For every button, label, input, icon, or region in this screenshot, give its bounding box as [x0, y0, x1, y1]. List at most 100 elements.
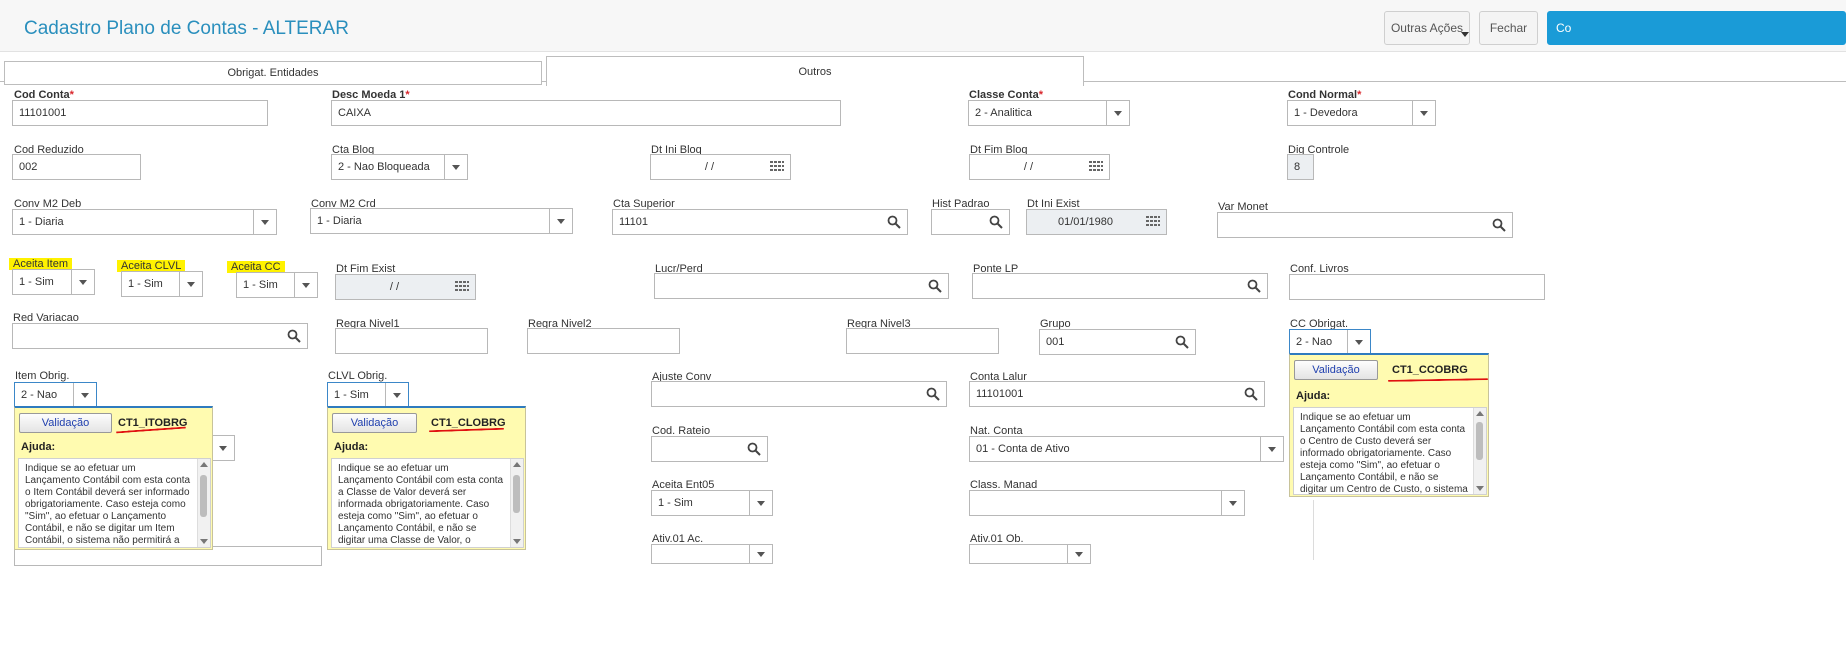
- dt-fim-bloq-input[interactable]: / /: [969, 154, 1110, 180]
- fechar-button[interactable]: Fechar: [1479, 11, 1538, 45]
- regra-nivel3-input[interactable]: [846, 328, 999, 354]
- validacao-button[interactable]: Validação: [19, 413, 112, 433]
- dt-fim-exist-input: / /: [335, 274, 476, 300]
- tab-obrigat-entidades[interactable]: Obrigat. Entidades: [4, 61, 542, 85]
- scrollbar[interactable]: [1473, 408, 1486, 494]
- conv-m2-crd-select[interactable]: 1 - Diaria: [310, 208, 573, 234]
- red-variacao-input[interactable]: [12, 323, 308, 349]
- chevron-down-icon[interactable]: [1067, 545, 1090, 563]
- help-popup-clobrg: Validação CT1_CLOBRG Ajuda: Indique se a…: [327, 406, 526, 550]
- grupo-input[interactable]: 001: [1039, 329, 1196, 355]
- popup-title: CT1_CCOBRG: [1392, 364, 1468, 376]
- item-obrig-label: Item Obrig.: [15, 370, 70, 382]
- chevron-down-icon[interactable]: [1412, 101, 1435, 125]
- chevron-down-icon[interactable]: [253, 210, 276, 234]
- search-icon[interactable]: [1247, 279, 1261, 293]
- chevron-down-icon: [1461, 32, 1469, 37]
- chevron-down-icon[interactable]: [749, 545, 772, 563]
- ativ01-ob-select[interactable]: [969, 544, 1091, 564]
- search-icon[interactable]: [1492, 218, 1506, 232]
- cc-obrig-select[interactable]: 2 - Nao: [1289, 329, 1371, 355]
- scrollbar[interactable]: [510, 459, 523, 547]
- chevron-down-icon[interactable]: [294, 273, 317, 297]
- search-icon[interactable]: [989, 215, 1003, 229]
- outras-acoes-button[interactable]: Outras Ações: [1384, 11, 1470, 45]
- outras-acoes-label: Outras Ações: [1390, 21, 1464, 35]
- dt-ini-bloq-input[interactable]: / /: [650, 154, 791, 180]
- var-monet-input[interactable]: [1217, 212, 1513, 238]
- aceita-cc-select[interactable]: 1 - Sim: [236, 272, 318, 298]
- chevron-down-icon[interactable]: [749, 491, 772, 515]
- chevron-down-icon[interactable]: [211, 436, 234, 460]
- tab-outros[interactable]: Outros: [546, 56, 1084, 86]
- chevron-down-icon[interactable]: [385, 383, 408, 407]
- help-popup-itobrg: Validação CT1_ITOBRG Ajuda: Indique se a…: [14, 406, 213, 550]
- conv-m2-deb-select[interactable]: 1 - Diaria: [12, 209, 277, 235]
- tab-label: Outros: [798, 65, 832, 78]
- chevron-down-icon[interactable]: [1221, 491, 1244, 515]
- popup-help-text-area[interactable]: Indique se ao efetuar um Lançamento Cont…: [1293, 407, 1487, 495]
- search-icon[interactable]: [928, 279, 942, 293]
- item-obrig-select[interactable]: 2 - Nao: [14, 382, 97, 408]
- cta-superior-input[interactable]: 11101: [612, 209, 908, 235]
- clvl-obrig-label: CLVL Obrig.: [328, 370, 388, 382]
- aceita-clvl-select[interactable]: 1 - Sim: [121, 271, 203, 297]
- validacao-button[interactable]: Validação: [332, 413, 417, 433]
- popup-ajuda-label: Ajuda:: [1296, 390, 1331, 402]
- popup-ajuda-label: Ajuda:: [21, 441, 56, 453]
- tab-label: Obrigat. Entidades: [227, 67, 319, 79]
- cond-normal-select[interactable]: 1 - Devedora: [1287, 100, 1436, 126]
- search-icon[interactable]: [926, 387, 940, 401]
- chevron-down-icon[interactable]: [1260, 437, 1283, 461]
- calendar-icon: [455, 280, 469, 294]
- popup-help-text-area[interactable]: Indique se ao efetuar um Lançamento Cont…: [331, 458, 524, 548]
- ajuste-conv-input[interactable]: [651, 381, 947, 407]
- dt-ini-exist-input: 01/01/1980: [1026, 209, 1167, 235]
- search-icon[interactable]: [887, 215, 901, 229]
- cod-rateio-input[interactable]: [651, 436, 768, 462]
- search-icon[interactable]: [287, 329, 301, 343]
- calendar-icon[interactable]: [1089, 160, 1103, 174]
- desc-moeda-input[interactable]: CAIXA: [331, 100, 841, 126]
- regra-nivel2-input[interactable]: [527, 328, 680, 354]
- annotation-underline: [1387, 378, 1489, 382]
- popup-help-text: Indique se ao efetuar um Lançamento Cont…: [25, 463, 191, 546]
- chevron-down-icon[interactable]: [1106, 101, 1129, 125]
- confirmar-label: Co: [1556, 21, 1572, 35]
- dig-controle-input: 8: [1287, 154, 1314, 180]
- popup-ajuda-label: Ajuda:: [334, 441, 369, 453]
- regra-nivel1-input[interactable]: [335, 328, 488, 354]
- ativ01-ac-select[interactable]: [651, 544, 773, 564]
- lucr-perd-input[interactable]: [654, 273, 949, 299]
- chevron-down-icon[interactable]: [1347, 330, 1370, 354]
- popup-help-text-area[interactable]: Indique se ao efetuar um Lançamento Cont…: [18, 458, 211, 548]
- ponte-lp-input[interactable]: [972, 273, 1268, 299]
- cod-conta-input[interactable]: 11101001: [12, 100, 268, 126]
- classe-conta-select[interactable]: 2 - Analitica: [968, 100, 1130, 126]
- nat-conta-select[interactable]: 01 - Conta de Ativo: [969, 436, 1284, 462]
- chevron-down-icon[interactable]: [71, 270, 94, 294]
- confirmar-button[interactable]: Co: [1547, 11, 1846, 45]
- search-icon[interactable]: [1244, 387, 1258, 401]
- cod-reduzido-input[interactable]: 002: [12, 154, 141, 180]
- chevron-down-icon[interactable]: [179, 272, 202, 296]
- conf-livros-input[interactable]: [1289, 274, 1545, 300]
- search-icon[interactable]: [747, 442, 761, 456]
- aceita-item-select[interactable]: 1 - Sim: [12, 269, 95, 295]
- hist-padrao-input[interactable]: [931, 209, 1010, 235]
- aceita-ent05-select[interactable]: 1 - Sim: [651, 490, 773, 516]
- popup-help-text: Indique se ao efetuar um Lançamento Cont…: [1300, 412, 1468, 495]
- fechar-label: Fechar: [1489, 21, 1528, 35]
- page-title: Cadastro Plano de Contas - ALTERAR: [24, 18, 349, 39]
- search-icon[interactable]: [1175, 335, 1189, 349]
- chevron-down-icon[interactable]: [73, 383, 96, 407]
- clvl-obrig-select[interactable]: 1 - Sim: [327, 382, 409, 408]
- calendar-icon[interactable]: [770, 160, 784, 174]
- cta-bloq-select[interactable]: 2 - Nao Bloqueada: [331, 154, 468, 180]
- validacao-button[interactable]: Validação: [1294, 360, 1378, 380]
- class-manad-select[interactable]: [969, 490, 1245, 516]
- scrollbar[interactable]: [197, 459, 210, 547]
- conta-lalur-input[interactable]: 11101001: [969, 381, 1265, 407]
- chevron-down-icon[interactable]: [444, 155, 467, 179]
- chevron-down-icon[interactable]: [549, 209, 572, 233]
